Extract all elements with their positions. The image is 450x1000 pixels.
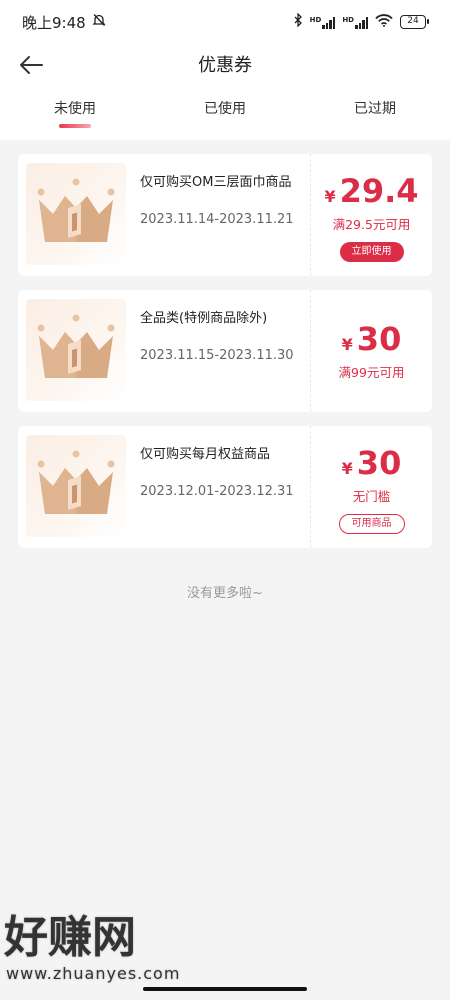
coupon-condition: 满99元可用 [338,365,405,380]
coupon-info: 仅可购买每月权益商品 2023.12.01-2023.12.31 [126,435,302,539]
coupon-right: ¥ 29.4 满29.5元可用 立即使用 [310,154,432,276]
watermark-logo: 好赚网 [4,912,136,963]
tab-bar: 未使用 已使用 已过期 [0,84,450,140]
coupon-price: ¥ 30 [342,444,402,488]
crown-icon [35,178,117,250]
wifi-icon [375,13,393,31]
coupon-condition: 无门槛 [352,489,391,504]
crown-icon [35,314,117,386]
bluetooth-icon [294,12,303,31]
coupon-card[interactable]: 仅可购买每月权益商品 2023.12.01-2023.12.31 ¥ 30 无门… [18,426,432,548]
hd-badge-1: HD [309,15,322,24]
coupon-right: ¥ 30 无门槛 可用商品 [310,426,432,548]
coupon-card[interactable]: 仅可购买OM三层面巾商品 2023.11.14-2023.11.21 ¥ 29.… [18,154,432,276]
coupon-thumbnail [26,299,126,401]
battery-icon: 24 [400,15,429,29]
coupon-left: 仅可购买OM三层面巾商品 2023.11.14-2023.11.21 [18,154,310,276]
coupon-date: 2023.12.01-2023.12.31 [140,484,294,499]
tab-expired[interactable]: 已过期 [300,98,450,118]
home-indicator[interactable] [143,987,307,991]
coupon-info: 仅可购买OM三层面巾商品 2023.11.14-2023.11.21 [126,163,302,267]
coupon-name: 全品类(特例商品除外) [140,311,268,326]
tab-unused[interactable]: 未使用 [0,98,150,118]
coupon-info: 全品类(特例商品除外) 2023.11.15-2023.11.30 [126,299,302,403]
coupon-date: 2023.11.14-2023.11.21 [140,212,294,227]
coupon-right: ¥ 30 满99元可用 [310,290,432,412]
coupon-name: 仅可购买OM三层面巾商品 [140,175,292,190]
hd-badge-2: HD [342,15,354,24]
coupon-amount: 30 [356,444,402,482]
crown-icon [35,450,117,522]
watermark-url: www.zhuanyes.com [6,964,181,983]
back-button[interactable] [16,50,46,80]
coupon-left: 全品类(特例商品除外) 2023.11.15-2023.11.30 [18,290,310,412]
currency-symbol: ¥ [341,335,353,354]
header: 优惠券 [0,44,450,84]
coupon-card[interactable]: 全品类(特例商品除外) 2023.11.15-2023.11.30 ¥ 30 满… [18,290,432,412]
coupon-amount: 30 [356,320,402,358]
arrow-left-icon [16,56,46,84]
coupon-price: ¥ 29.4 [324,172,418,216]
status-left: 晚上9:48 [22,12,106,33]
watermark: 好赚网 www.zhuanyes.com [0,912,200,992]
coupon-date: 2023.11.15-2023.11.30 [140,348,294,363]
signal-icon-2: HD [342,16,368,29]
available-products-button[interactable]: 可用商品 [338,514,405,534]
coupon-thumbnail [26,163,126,265]
no-more-text: 没有更多啦~ [187,586,263,601]
status-right: HD HD 24 [294,12,429,31]
mute-bell-icon [92,13,106,31]
coupon-list: 仅可购买OM三层面巾商品 2023.11.14-2023.11.21 ¥ 29.… [0,140,450,548]
coupon-name: 仅可购买每月权益商品 [140,447,271,462]
tab-used[interactable]: 已使用 [150,98,300,118]
coupon-thumbnail [26,435,126,537]
use-now-button[interactable]: 立即使用 [339,242,404,262]
currency-symbol: ¥ [341,459,353,478]
signal-icon-1: HD [310,16,336,29]
coupon-price: ¥ 30 [342,320,402,364]
coupon-left: 仅可购买每月权益商品 2023.12.01-2023.12.31 [18,426,310,548]
page-title: 优惠券 [198,55,252,76]
currency-symbol: ¥ [324,187,336,206]
status-bar: 晚上9:48 HD HD 24 [0,0,450,44]
coupon-amount: 29.4 [339,172,419,210]
status-time: 晚上9:48 [22,13,86,32]
coupon-condition: 满29.5元可用 [332,217,411,232]
